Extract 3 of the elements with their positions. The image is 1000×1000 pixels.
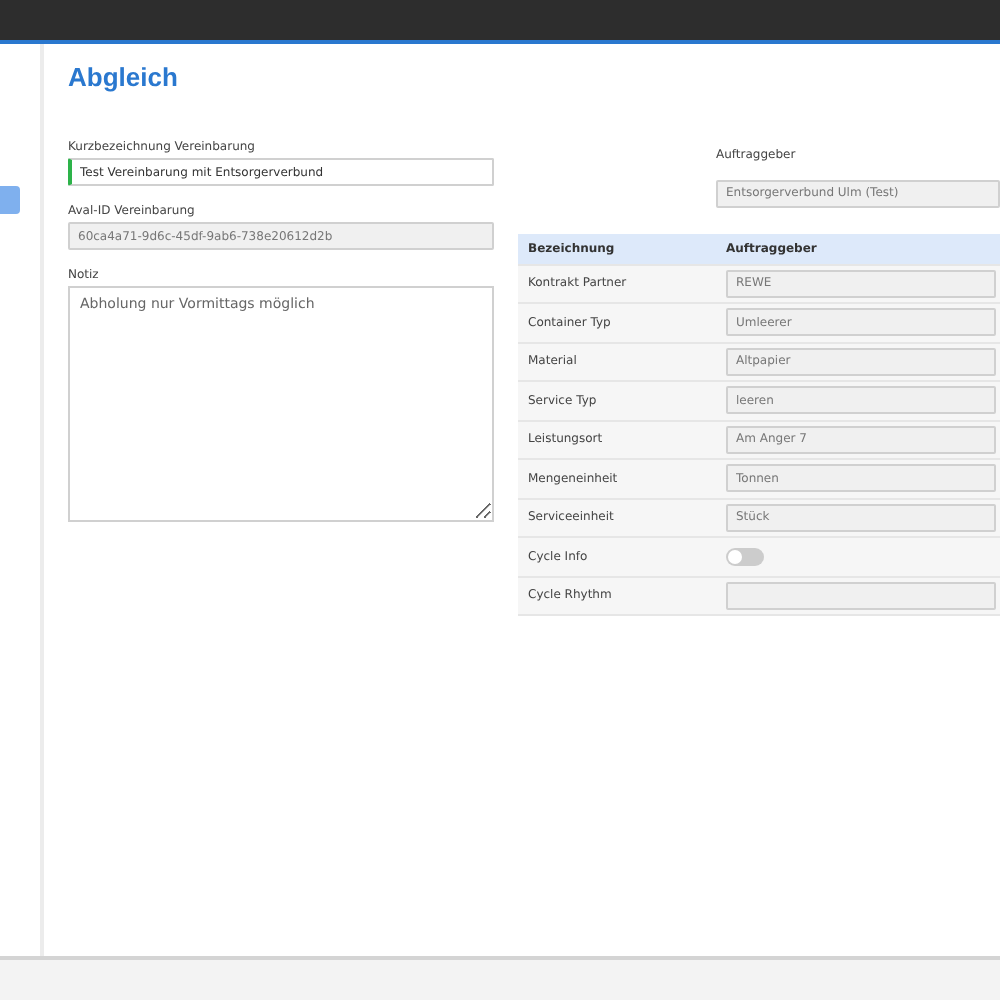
toggle-switch[interactable] xyxy=(726,547,764,566)
page-title: Abgleich xyxy=(68,62,180,94)
sidebar-button[interactable] xyxy=(0,186,20,214)
